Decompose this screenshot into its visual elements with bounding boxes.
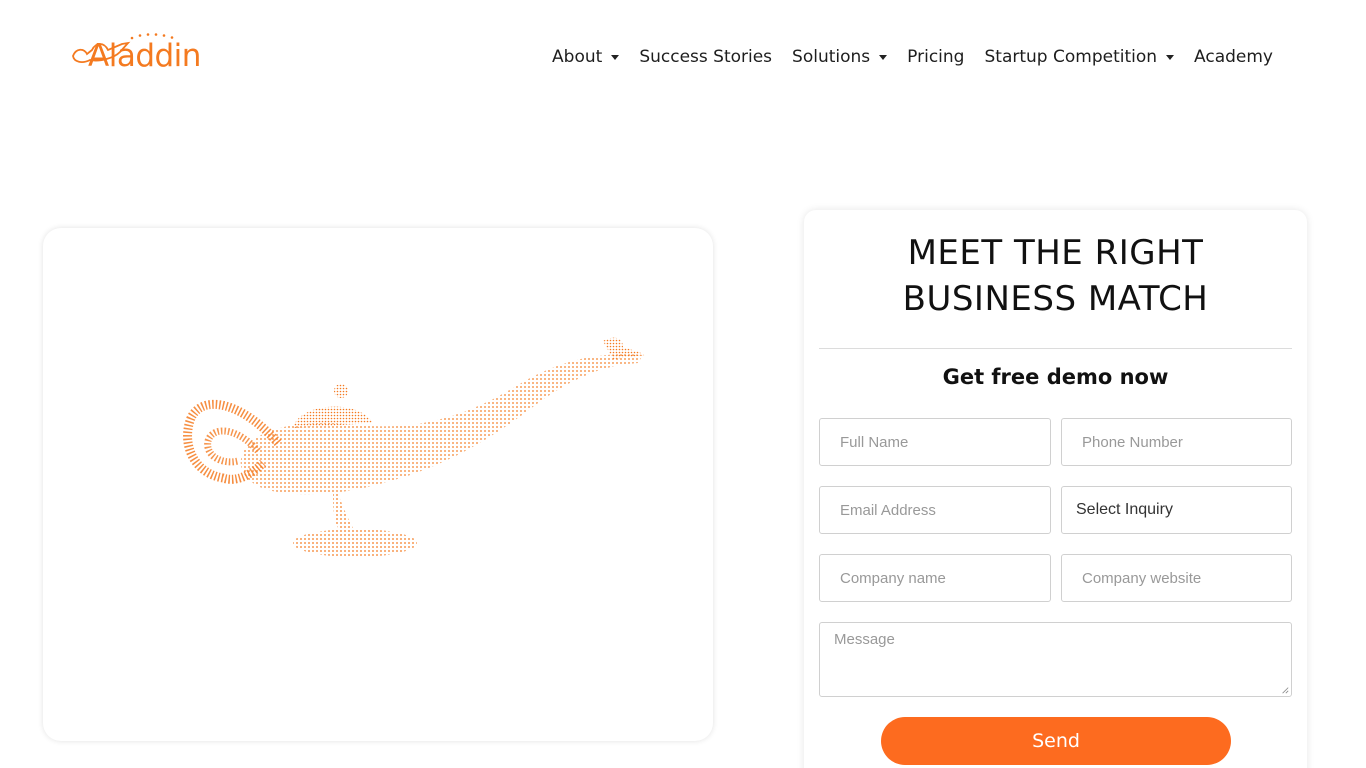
hero-image-card [43,228,713,741]
nav-pricing-label: Pricing [907,47,965,67]
company-website-field[interactable]: Company website [1061,554,1292,602]
nav-pricing[interactable]: Pricing [907,44,964,70]
email-address-placeholder: Email Address [840,501,936,519]
company-name-field[interactable]: Company name [819,554,1051,602]
nav-startup-competition-label: Startup Competition [984,47,1158,67]
nav-startup-competition[interactable]: Startup Competition [984,44,1175,70]
demo-form-card: MEET THE RIGHT BUSINESS MATCH Get free d… [804,210,1307,768]
aladdin-logo[interactable]: Aladdin [70,30,205,80]
nav-academy-label: Academy [1194,47,1273,67]
form-title: MEET THE RIGHT BUSINESS MATCH [804,230,1307,322]
form-title-line2: BUSINESS MATCH [902,279,1209,319]
message-textarea[interactable]: Message [819,622,1292,697]
magic-lamp-icon [183,337,645,557]
form-divider [819,348,1292,349]
inquiry-select[interactable]: Select Inquiry [1061,486,1292,534]
message-placeholder: Message [834,631,895,648]
form-title-line1: MEET THE RIGHT [907,233,1204,273]
company-name-placeholder: Company name [840,569,946,587]
caret-down-icon [611,54,620,60]
resize-handle-icon[interactable] [1281,686,1289,694]
phone-number-field[interactable]: Phone Number [1061,418,1292,466]
nav-academy[interactable]: Academy [1194,44,1273,70]
phone-number-placeholder: Phone Number [1082,433,1183,451]
nav-about[interactable]: About [552,44,620,70]
nav-about-label: About [552,47,603,67]
form-subtitle: Get free demo now [942,365,1169,389]
nav-solutions-label: Solutions [792,47,871,67]
full-name-field[interactable]: Full Name [819,418,1051,466]
nav-success-stories-label: Success Stories [639,47,773,67]
nav-success-stories[interactable]: Success Stories [639,44,772,70]
main-nav: About Success Stories Solutions Pricing … [552,44,1273,70]
inquiry-select-value: Select Inquiry [1076,501,1173,518]
company-website-placeholder: Company website [1082,569,1202,587]
nav-solutions[interactable]: Solutions [792,44,888,70]
site-header: Aladdin About Success Stories Solutions … [0,0,1366,112]
send-button[interactable]: Send [881,717,1231,765]
caret-down-icon [1166,54,1175,60]
logo-wordmark: Aladdin [88,38,201,74]
email-address-field[interactable]: Email Address [819,486,1051,534]
caret-down-icon [879,54,888,60]
full-name-placeholder: Full Name [840,433,909,451]
